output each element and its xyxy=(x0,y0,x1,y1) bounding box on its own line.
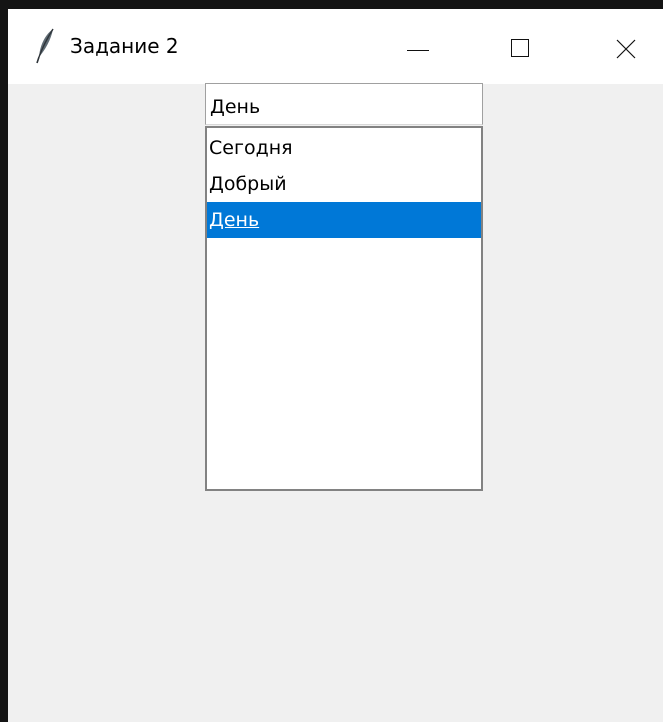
list-item-dobryy[interactable]: Добрый xyxy=(207,166,481,202)
list-item-den-selected[interactable]: День xyxy=(207,202,481,238)
listbox[interactable]: Сегодня Добрый День xyxy=(205,126,483,491)
minimize-button[interactable] xyxy=(374,9,462,84)
minimize-icon xyxy=(407,50,429,51)
text-entry[interactable] xyxy=(205,83,483,125)
close-button[interactable] xyxy=(581,9,663,84)
feather-icon xyxy=(36,28,54,64)
maximize-button[interactable] xyxy=(475,9,563,84)
close-icon xyxy=(616,39,636,59)
title-bar[interactable]: Задание 2 xyxy=(8,9,663,84)
window-title: Задание 2 xyxy=(70,34,179,58)
app-window: Задание 2 Сегодня Добрый День xyxy=(0,0,663,722)
list-item-segodnya[interactable]: Сегодня xyxy=(207,130,481,166)
maximize-icon xyxy=(511,39,529,57)
